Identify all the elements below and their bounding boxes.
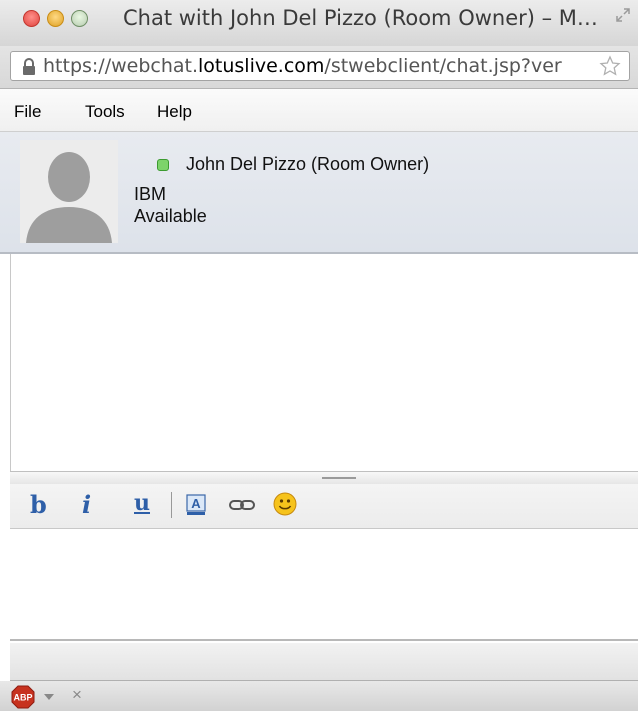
- contact-company: IBM: [134, 184, 167, 204]
- url-suffix: /stwebclient/chat.jsp?ver: [324, 55, 562, 77]
- lock-icon: [23, 58, 35, 75]
- contact-header: John Del Pizzo (Room Owner) IBM Availabl…: [0, 132, 638, 254]
- abp-label: ABP: [13, 693, 32, 703]
- message-input[interactable]: [10, 529, 638, 641]
- pane-splitter[interactable]: [10, 471, 638, 485]
- menu-file[interactable]: File: [14, 102, 41, 122]
- minimize-window-button[interactable]: [47, 10, 64, 27]
- chat-status-bar: [10, 643, 638, 681]
- menu-help[interactable]: Help: [157, 102, 192, 122]
- zoom-window-button[interactable]: [71, 10, 88, 27]
- menu-bar: File Tools Help: [0, 89, 638, 132]
- chat-window: Chat with John Del Pizzo (Room Owner) – …: [0, 0, 638, 711]
- avatar: [20, 140, 118, 243]
- fullscreen-icon[interactable]: [616, 8, 630, 22]
- toolbar-divider: [171, 492, 172, 518]
- online-status-icon: [157, 159, 169, 171]
- emoticon-icon[interactable]: [273, 492, 297, 516]
- url-prefix: https://webchat.: [43, 55, 199, 77]
- address-field[interactable]: https://webchat.lotuslive.com/stwebclien…: [10, 51, 630, 81]
- window-title: Chat with John Del Pizzo (Room Owner) – …: [123, 6, 598, 30]
- title-bar[interactable]: Chat with John Del Pizzo (Room Owner) – …: [0, 0, 638, 46]
- addon-bar: ABP ×: [0, 681, 638, 711]
- chevron-down-icon[interactable]: [44, 694, 54, 700]
- close-icon[interactable]: ×: [72, 686, 82, 704]
- menu-tools[interactable]: Tools: [85, 102, 125, 122]
- font-glyph: A: [191, 496, 201, 511]
- url-bar: https://webchat.lotuslive.com/stwebclien…: [0, 46, 638, 89]
- formatting-toolbar: b i u A: [10, 484, 638, 529]
- chat-transcript[interactable]: [10, 254, 638, 471]
- contact-status: Available: [134, 206, 207, 226]
- italic-button[interactable]: i: [82, 490, 91, 519]
- address-text: https://webchat.lotuslive.com/stwebclien…: [43, 55, 591, 77]
- bold-button[interactable]: b: [30, 490, 47, 519]
- url-domain: lotuslive.com: [198, 55, 325, 77]
- link-icon[interactable]: [228, 496, 256, 514]
- adblock-plus-icon[interactable]: ABP: [11, 685, 35, 709]
- font-color-icon[interactable]: A: [186, 494, 206, 516]
- splitter-grip[interactable]: [322, 477, 356, 479]
- bookmark-star-icon[interactable]: [599, 55, 621, 77]
- underline-button[interactable]: u: [134, 490, 150, 516]
- close-window-button[interactable]: [23, 10, 40, 27]
- contact-name[interactable]: John Del Pizzo (Room Owner): [186, 154, 429, 175]
